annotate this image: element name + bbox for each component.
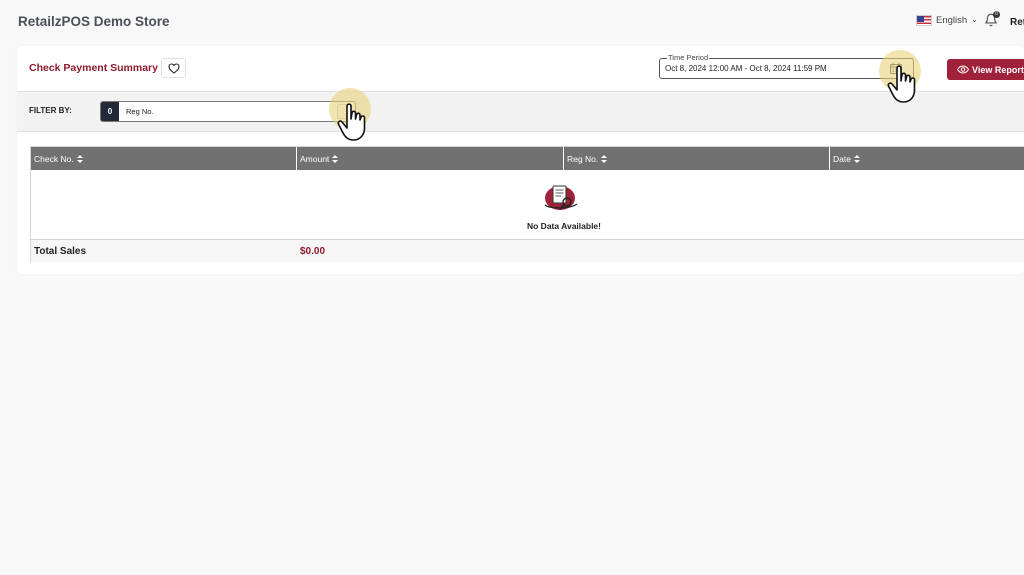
language-label: English bbox=[936, 15, 968, 26]
empty-message: No Data Available! bbox=[526, 221, 601, 231]
column-label: Reg No. bbox=[567, 153, 599, 164]
filter-field-text: Reg No. bbox=[126, 107, 154, 116]
language-selector[interactable]: English ⌄ bbox=[916, 15, 978, 26]
column-label: Amount bbox=[300, 153, 330, 164]
sort-icon bbox=[332, 154, 339, 163]
time-period-field[interactable]: Time Period Oct 8, 2024 12:00 AM - Oct 8… bbox=[659, 53, 914, 79]
filter-bar: FILTER BY: 0 Reg No. bbox=[17, 91, 1024, 132]
report-header: Check Payment Summary Time Period Oct 8,… bbox=[17, 46, 1024, 91]
column-date[interactable]: Date bbox=[830, 147, 1024, 170]
totals-row: Total Sales $0.00 bbox=[31, 239, 1024, 262]
click-indicator bbox=[879, 50, 923, 103]
sort-icon bbox=[76, 154, 83, 163]
pointer-hand-icon bbox=[887, 65, 916, 103]
column-label: Date bbox=[833, 153, 851, 164]
page-title: Check Payment Summary bbox=[29, 62, 158, 74]
eye-icon bbox=[957, 65, 969, 74]
report-card: Check Payment Summary Time Period Oct 8,… bbox=[17, 46, 1024, 274]
sort-icon bbox=[601, 154, 608, 163]
totals-value: $0.00 bbox=[300, 246, 326, 257]
click-indicator bbox=[329, 88, 373, 141]
favorite-button[interactable] bbox=[161, 58, 186, 78]
pointer-hand-icon bbox=[337, 103, 366, 141]
column-check-no[interactable]: Check No. bbox=[31, 147, 297, 170]
notifications-button[interactable]: 0 bbox=[984, 11, 1000, 29]
filter-count-badge: 0 bbox=[101, 102, 119, 121]
report-table: Check No. Amount Reg No. Date No Data Av… bbox=[30, 146, 1024, 262]
user-menu[interactable]: Ret bbox=[1010, 17, 1024, 28]
notification-badge: 0 bbox=[993, 11, 1000, 18]
heart-icon bbox=[167, 62, 180, 74]
chevron-down-icon: ⌄ bbox=[971, 15, 978, 24]
filter-label: FILTER BY: bbox=[29, 106, 72, 115]
us-flag-icon bbox=[916, 15, 932, 26]
empty-state: No Data Available! bbox=[31, 170, 1024, 239]
time-period-label: Time Period bbox=[667, 53, 710, 62]
time-period-value: Oct 8, 2024 12:00 AM - Oct 8, 2024 11:59… bbox=[665, 64, 827, 73]
view-report-label: View Report bbox=[972, 64, 1024, 75]
column-amount[interactable]: Amount bbox=[297, 147, 564, 170]
column-label: Check No. bbox=[34, 153, 74, 164]
reg-no-filter[interactable]: 0 Reg No. bbox=[100, 101, 356, 122]
store-name: RetailzPOS Demo Store bbox=[18, 14, 170, 29]
sort-icon bbox=[853, 154, 860, 163]
table-header: Check No. Amount Reg No. Date bbox=[31, 147, 1024, 170]
totals-label: Total Sales bbox=[34, 246, 87, 257]
view-report-button[interactable]: View Report bbox=[947, 59, 1024, 80]
no-data-icon bbox=[544, 185, 578, 210]
top-bar: RetailzPOS Demo Store English ⌄ 0 Ret bbox=[0, 0, 1024, 44]
column-reg-no[interactable]: Reg No. bbox=[564, 147, 830, 170]
